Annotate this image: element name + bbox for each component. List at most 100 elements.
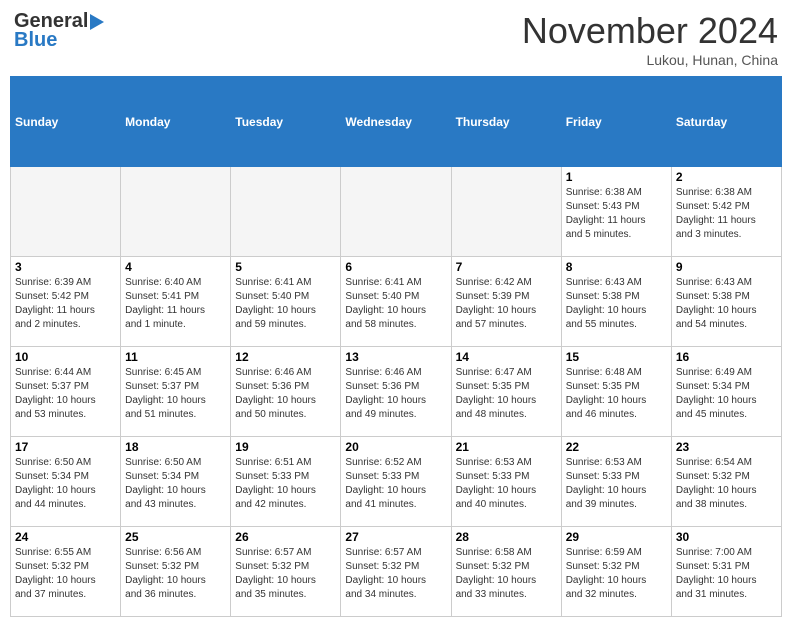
- day-number: 10: [15, 350, 116, 364]
- day-number: 6: [345, 260, 446, 274]
- weekday-header-friday: Friday: [561, 77, 671, 167]
- weekday-header-saturday: Saturday: [671, 77, 781, 167]
- day-number: 1: [566, 170, 667, 184]
- calendar-cell: 26Sunrise: 6:57 AMSunset: 5:32 PMDayligh…: [231, 527, 341, 617]
- calendar-table: SundayMondayTuesdayWednesdayThursdayFrid…: [10, 76, 782, 617]
- calendar-cell: 10 Sunrise: 6:44 AMSunset: 5:37 PMDayligh…: [11, 347, 121, 437]
- day-number: 11: [125, 350, 226, 364]
- calendar-cell: 18 Sunrise: 6:50 AMSunset: 5:34 PMDayligh…: [121, 437, 231, 527]
- logo-arrow-icon: [90, 14, 104, 30]
- day-info: Sunrise: 6:45 AMSunset: 5:37 PMDaylight:…: [125, 366, 226, 422]
- calendar-cell: 15 Sunrise: 6:48 AMSunset: 5:35 PMDayligh…: [561, 347, 671, 437]
- calendar-cell: [341, 167, 451, 257]
- day-info: Sunrise: 6:46 AMSunset: 5:36 PMDaylight:…: [345, 366, 446, 422]
- page-header: General Blue November 2024 Lukou, Hunan,…: [10, 10, 782, 68]
- day-number: 16: [676, 350, 777, 364]
- day-number: 24: [15, 530, 116, 544]
- day-number: 15: [566, 350, 667, 364]
- location-subtitle: Lukou, Hunan, China: [522, 52, 778, 68]
- calendar-week-1: 1 Sunrise: 6:38 AMSunset: 5:43 PMDaylight…: [11, 167, 782, 257]
- day-number: 2: [676, 170, 777, 184]
- calendar-cell: 6Sunrise: 6:41 AMSunset: 5:40 PMDaylight…: [341, 257, 451, 347]
- day-number: 23: [676, 440, 777, 454]
- weekday-header-thursday: Thursday: [451, 77, 561, 167]
- calendar-cell: 14Sunrise: 6:47 AMSunset: 5:35 PMDayligh…: [451, 347, 561, 437]
- calendar-cell: [121, 167, 231, 257]
- day-number: 12: [235, 350, 336, 364]
- calendar-week-5: 24Sunrise: 6:55 AMSunset: 5:32 PMDayligh…: [11, 527, 782, 617]
- day-number: 19: [235, 440, 336, 454]
- day-number: 20: [345, 440, 446, 454]
- day-number: 14: [456, 350, 557, 364]
- calendar-cell: 29 Sunrise: 6:59 AMSunset: 5:32 PMDayligh…: [561, 527, 671, 617]
- day-number: 13: [345, 350, 446, 364]
- calendar-cell: 8Sunrise: 6:43 AMSunset: 5:38 PMDaylight…: [561, 257, 671, 347]
- day-info: Sunrise: 6:44 AMSunset: 5:37 PMDaylight:…: [15, 366, 116, 422]
- calendar-cell: [11, 167, 121, 257]
- calendar-cell: 7 Sunrise: 6:42 AMSunset: 5:39 PMDaylight…: [451, 257, 561, 347]
- day-number: 4: [125, 260, 226, 274]
- calendar-cell: 22 Sunrise: 6:53 AMSunset: 5:33 PMDayligh…: [561, 437, 671, 527]
- day-info: Sunrise: 6:48 AMSunset: 5:35 PMDaylight:…: [566, 366, 667, 422]
- day-number: 30: [676, 530, 777, 544]
- day-info: Sunrise: 6:41 AMSunset: 5:40 PMDaylight:…: [235, 276, 336, 332]
- month-title: November 2024: [522, 10, 778, 52]
- logo-text-blue: Blue: [14, 29, 57, 52]
- day-info: Sunrise: 6:39 AMSunset: 5:42 PMDaylight:…: [15, 276, 116, 332]
- calendar-cell: [451, 167, 561, 257]
- calendar-cell: 3 Sunrise: 6:39 AMSunset: 5:42 PMDaylight…: [11, 257, 121, 347]
- day-info: Sunrise: 6:53 AMSunset: 5:33 PMDaylight:…: [566, 456, 667, 512]
- calendar-cell: 28 Sunrise: 6:58 AMSunset: 5:32 PMDayligh…: [451, 527, 561, 617]
- day-info: Sunrise: 6:54 AMSunset: 5:32 PMDaylight:…: [676, 456, 777, 512]
- calendar-cell: 11 Sunrise: 6:45 AMSunset: 5:37 PMDayligh…: [121, 347, 231, 437]
- day-info: Sunrise: 6:38 AMSunset: 5:42 PMDaylight:…: [676, 186, 777, 242]
- day-number: 21: [456, 440, 557, 454]
- day-number: 17: [15, 440, 116, 454]
- calendar-cell: 23 Sunrise: 6:54 AMSunset: 5:32 PMDayligh…: [671, 437, 781, 527]
- day-info: Sunrise: 6:53 AMSunset: 5:33 PMDaylight:…: [456, 456, 557, 512]
- calendar-cell: 25Sunrise: 6:56 AMSunset: 5:32 PMDayligh…: [121, 527, 231, 617]
- calendar-week-4: 17 Sunrise: 6:50 AMSunset: 5:34 PMDayligh…: [11, 437, 782, 527]
- day-info: Sunrise: 6:57 AMSunset: 5:32 PMDaylight:…: [345, 546, 446, 602]
- title-block: November 2024 Lukou, Hunan, China: [522, 10, 778, 68]
- day-number: 28: [456, 530, 557, 544]
- calendar-cell: 17 Sunrise: 6:50 AMSunset: 5:34 PMDayligh…: [11, 437, 121, 527]
- calendar-cell: 16Sunrise: 6:49 AMSunset: 5:34 PMDayligh…: [671, 347, 781, 437]
- day-number: 29: [566, 530, 667, 544]
- weekday-header-monday: Monday: [121, 77, 231, 167]
- day-info: Sunrise: 6:51 AMSunset: 5:33 PMDaylight:…: [235, 456, 336, 512]
- day-number: 18: [125, 440, 226, 454]
- calendar-week-2: 3 Sunrise: 6:39 AMSunset: 5:42 PMDaylight…: [11, 257, 782, 347]
- day-number: 22: [566, 440, 667, 454]
- day-info: Sunrise: 6:42 AMSunset: 5:39 PMDaylight:…: [456, 276, 557, 332]
- day-info: Sunrise: 6:50 AMSunset: 5:34 PMDaylight:…: [125, 456, 226, 512]
- day-info: Sunrise: 6:58 AMSunset: 5:32 PMDaylight:…: [456, 546, 557, 602]
- calendar-cell: 1 Sunrise: 6:38 AMSunset: 5:43 PMDaylight…: [561, 167, 671, 257]
- calendar-header-row: SundayMondayTuesdayWednesdayThursdayFrid…: [11, 77, 782, 167]
- day-info: Sunrise: 6:59 AMSunset: 5:32 PMDaylight:…: [566, 546, 667, 602]
- calendar-cell: 19 Sunrise: 6:51 AMSunset: 5:33 PMDayligh…: [231, 437, 341, 527]
- calendar-cell: 24Sunrise: 6:55 AMSunset: 5:32 PMDayligh…: [11, 527, 121, 617]
- day-info: Sunrise: 6:40 AMSunset: 5:41 PMDaylight:…: [125, 276, 226, 332]
- day-info: Sunrise: 6:43 AMSunset: 5:38 PMDaylight:…: [676, 276, 777, 332]
- day-info: Sunrise: 6:52 AMSunset: 5:33 PMDaylight:…: [345, 456, 446, 512]
- day-number: 5: [235, 260, 336, 274]
- day-number: 8: [566, 260, 667, 274]
- calendar-cell: 12Sunrise: 6:46 AMSunset: 5:36 PMDayligh…: [231, 347, 341, 437]
- day-info: Sunrise: 6:50 AMSunset: 5:34 PMDaylight:…: [15, 456, 116, 512]
- day-number: 9: [676, 260, 777, 274]
- logo: General Blue: [14, 10, 104, 52]
- calendar-cell: 5 Sunrise: 6:41 AMSunset: 5:40 PMDaylight…: [231, 257, 341, 347]
- calendar-cell: 4 Sunrise: 6:40 AMSunset: 5:41 PMDaylight…: [121, 257, 231, 347]
- day-info: Sunrise: 7:00 AMSunset: 5:31 PMDaylight:…: [676, 546, 777, 602]
- weekday-header-sunday: Sunday: [11, 77, 121, 167]
- calendar-cell: [231, 167, 341, 257]
- day-number: 26: [235, 530, 336, 544]
- day-info: Sunrise: 6:38 AMSunset: 5:43 PMDaylight:…: [566, 186, 667, 242]
- day-number: 27: [345, 530, 446, 544]
- day-number: 3: [15, 260, 116, 274]
- calendar-week-3: 10 Sunrise: 6:44 AMSunset: 5:37 PMDayligh…: [11, 347, 782, 437]
- day-number: 7: [456, 260, 557, 274]
- calendar-cell: 27 Sunrise: 6:57 AMSunset: 5:32 PMDayligh…: [341, 527, 451, 617]
- day-info: Sunrise: 6:56 AMSunset: 5:32 PMDaylight:…: [125, 546, 226, 602]
